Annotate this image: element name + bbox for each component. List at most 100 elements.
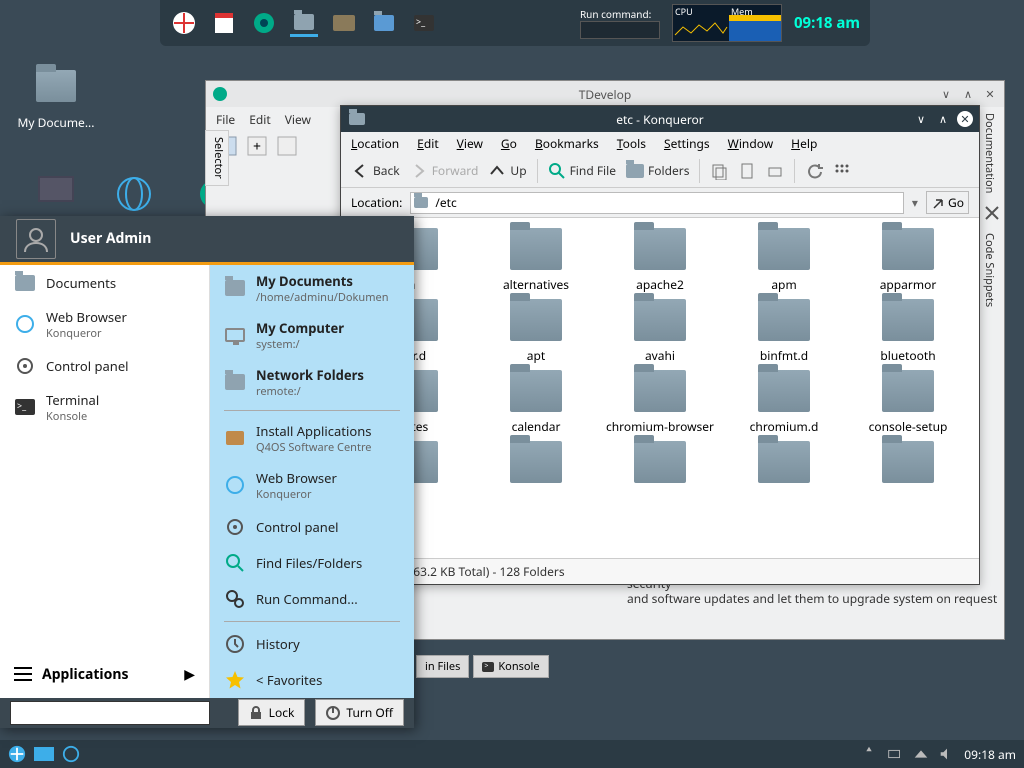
konq-menu-tools[interactable]: Tools [617, 135, 646, 152]
run-command-input[interactable] [580, 21, 660, 39]
tdev-tab-konsole[interactable]: >Konsole [473, 655, 548, 678]
start-button[interactable] [8, 745, 26, 763]
konq-min-button[interactable]: ∨ [913, 111, 929, 127]
task-briefcase[interactable] [330, 9, 358, 37]
copy-icon[interactable] [710, 162, 728, 180]
lock-button[interactable]: Lock [238, 699, 306, 726]
sm-install-apps[interactable]: Install ApplicationsQ4OS Software Centre [210, 415, 414, 462]
sm-applications[interactable]: Applications ▶ [0, 651, 209, 698]
view-grid-icon[interactable] [833, 162, 851, 180]
system-graph[interactable]: CPU Mem [672, 4, 782, 42]
sm-control-panel[interactable]: Control panel [0, 348, 209, 384]
konq-menu-help[interactable]: Help [791, 135, 817, 152]
konq-location-bar: Location: ▾ Go [341, 188, 979, 218]
tdevelop-titlebar[interactable]: TDevelop ∨ ∧ ✕ [206, 81, 1004, 107]
konq-menu-edit[interactable]: Edit [417, 135, 439, 152]
tdev-bottom-tabs: in Files >Konsole [416, 655, 549, 678]
sm-documents[interactable]: Documents [0, 265, 209, 301]
sm-favorites[interactable]: < Favorites [210, 662, 414, 698]
lock-icon [249, 706, 263, 720]
folder-item[interactable]: chromium-browser [599, 370, 721, 435]
tdev-tab-infiles[interactable]: in Files [416, 655, 469, 678]
show-desktop[interactable] [34, 747, 54, 761]
location-input[interactable] [410, 192, 903, 214]
go-button[interactable]: Go [926, 191, 969, 214]
tray-network-icon[interactable] [912, 745, 930, 763]
svg-text:+: + [253, 137, 261, 156]
sm-control-panel-r[interactable]: Control panel [210, 509, 414, 545]
konq-menu-go[interactable]: Go [501, 135, 517, 152]
tdev-tb-icon[interactable] [276, 135, 298, 157]
print-icon[interactable] [766, 162, 784, 180]
task-downloads[interactable] [370, 9, 398, 37]
undo-icon[interactable] [805, 162, 823, 180]
tdev-selector-tab[interactable]: Selector [205, 130, 229, 186]
folder-item[interactable]: alternatives [475, 228, 597, 293]
folder-item[interactable]: avahi [599, 299, 721, 364]
konq-menu-settings[interactable]: Settings [664, 135, 710, 152]
folder-item[interactable]: bluetooth [847, 299, 969, 364]
find-file-button[interactable]: Find File [548, 162, 616, 180]
forward-button[interactable]: Forward [410, 162, 479, 180]
launcher-icon-2[interactable] [210, 9, 238, 37]
konq-menu-bookmarks[interactable]: Bookmarks [535, 135, 599, 152]
turnoff-button[interactable]: Turn Off [315, 699, 404, 726]
user-avatar[interactable] [16, 219, 56, 259]
folder-item[interactable]: apm [723, 228, 845, 293]
task-folder[interactable] [290, 9, 318, 37]
tdev-tab-documentation[interactable]: Documentation [980, 107, 999, 199]
tdev-tb-icon[interactable]: + [246, 135, 268, 157]
konq-titlebar[interactable]: etc - Konqueror ∨ ∧ ✕ [341, 106, 979, 132]
folder-item[interactable]: apt [475, 299, 597, 364]
sm-my-computer[interactable]: My Computersystem:/ [210, 312, 414, 359]
sm-network-folders[interactable]: Network Foldersremote:/ [210, 359, 414, 406]
taskbar-globe-icon[interactable] [62, 745, 80, 763]
tdev-menu-file[interactable]: File [216, 111, 235, 128]
konq-menu-location[interactable]: Location [351, 135, 399, 152]
folder-item[interactable]: binfmt.d [723, 299, 845, 364]
sm-find-files[interactable]: Find Files/Folders [210, 545, 414, 581]
task-terminal[interactable]: >_ [410, 9, 438, 37]
tdev-tab-snippets[interactable]: Code Snippets [980, 227, 999, 313]
tdev-menu-view[interactable]: View [285, 111, 311, 128]
konq-menu-window[interactable]: Window [728, 135, 774, 152]
tdev-min-button[interactable]: ∨ [938, 86, 954, 102]
desktop-icon-monitor[interactable] [16, 176, 96, 220]
launcher-icon-3[interactable] [250, 9, 278, 37]
up-button[interactable]: Up [488, 162, 526, 180]
konq-file-view[interactable]: aalternativesapache2apmapparmornor.dapta… [341, 218, 979, 558]
gears-icon [225, 589, 245, 609]
tray-volume-icon[interactable] [938, 745, 956, 763]
konq-max-button[interactable]: ∧ [935, 111, 951, 127]
folder-item[interactable] [723, 441, 845, 489]
folder-item[interactable] [599, 441, 721, 489]
paste-icon[interactable] [738, 162, 756, 180]
launcher-icon-1[interactable] [170, 9, 198, 37]
folders-button[interactable]: Folders [626, 162, 689, 179]
folder-item[interactable]: apache2 [599, 228, 721, 293]
tray-battery-icon[interactable] [886, 745, 904, 763]
folder-item[interactable] [475, 441, 597, 489]
tdev-menu-edit[interactable]: Edit [249, 111, 270, 128]
folder-item[interactable]: chromium.d [723, 370, 845, 435]
konq-close-button[interactable]: ✕ [957, 111, 973, 127]
sm-web-browser[interactable]: Web BrowserKonqueror [0, 301, 209, 348]
desktop-icon-my-documents[interactable]: My Docume... [16, 70, 96, 131]
konq-menu-view[interactable]: View [457, 135, 483, 152]
folder-item[interactable] [847, 441, 969, 489]
sm-my-documents[interactable]: My Documents/home/adminu/Dokumen [210, 265, 414, 312]
folder-item[interactable]: apparmor [847, 228, 969, 293]
start-menu-search[interactable] [10, 701, 210, 725]
location-dropdown[interactable]: ▾ [912, 194, 918, 211]
tdev-close-button[interactable]: ✕ [982, 86, 998, 102]
tdev-max-button[interactable]: ∧ [960, 86, 976, 102]
desktop-icon-globe[interactable] [96, 176, 176, 220]
sm-history[interactable]: History [210, 626, 414, 662]
tray-update-icon[interactable] [860, 745, 878, 763]
sm-run-command[interactable]: Run Command... [210, 581, 414, 617]
folder-item[interactable]: calendar [475, 370, 597, 435]
back-button[interactable]: Back [351, 162, 400, 180]
sm-terminal[interactable]: >_ TerminalKonsole [0, 384, 209, 431]
folder-item[interactable]: console-setup [847, 370, 969, 435]
sm-web-browser-r[interactable]: Web BrowserKonqueror [210, 462, 414, 509]
